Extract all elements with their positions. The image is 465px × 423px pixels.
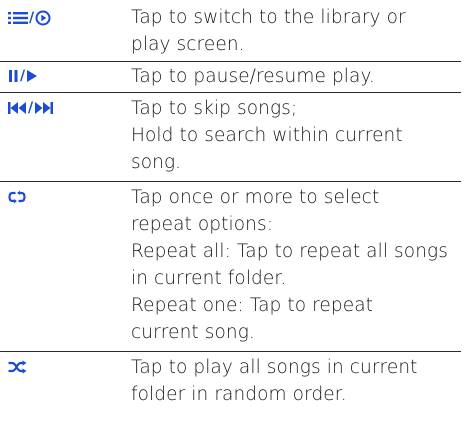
row-description: Tap to play all songs in current folder …: [131, 354, 461, 408]
icon-cell: /: [8, 98, 54, 118]
repeat-icon: [8, 190, 26, 204]
icon-cell: /: [8, 66, 38, 86]
icon-separator: /: [20, 68, 26, 84]
icon-cell: [8, 357, 27, 377]
row-description: Tap to switch to the library or play scr…: [131, 4, 461, 58]
icon-cell: [8, 187, 26, 207]
description-line: song.: [131, 152, 182, 173]
table-row: Tap to play all songs in current folder …: [0, 351, 461, 413]
row-description: Tap to pause/resume play.: [131, 63, 461, 90]
table-row: / Tap to skip songs; Hold to search with…: [0, 92, 461, 182]
description-line: Repeat all: Tap to repeat all songs: [131, 241, 448, 262]
description-line: Tap once or more to select: [131, 187, 380, 208]
description-line: Tap to play all songs in current: [131, 357, 418, 378]
table-row: Tap once or more to select repeat option…: [0, 181, 461, 352]
description-line: current song.: [131, 322, 255, 343]
pause-icon: [8, 69, 19, 83]
skip-forward-icon: [34, 101, 54, 115]
shuffle-icon: [8, 360, 27, 374]
description-line: Tap to skip songs;: [131, 98, 298, 119]
table-row: / Tap to switch to the library or play s…: [0, 0, 461, 62]
description-line: Tap to pause/resume play.: [131, 66, 375, 87]
icon-cell: /: [8, 8, 51, 28]
row-description: Tap to skip songs; Hold to search within…: [131, 95, 461, 176]
description-line: Repeat one: Tap to repeat: [131, 295, 373, 316]
description-line: folder in random order.: [131, 384, 347, 405]
description-line: in current folder.: [131, 268, 287, 289]
play-icon: [26, 69, 38, 83]
library-icon: [8, 11, 28, 25]
icon-separator: /: [29, 10, 35, 26]
row-description: Tap once or more to select repeat option…: [131, 184, 461, 346]
icon-separator: /: [28, 100, 34, 116]
skip-back-icon: [8, 101, 27, 115]
play-screen-icon: [35, 10, 51, 26]
table-row: / Tap to pause/resume play.: [0, 61, 461, 93]
description-line: Tap to switch to the library or: [131, 7, 406, 28]
description-line: Hold to search within current: [131, 125, 403, 146]
description-line: play screen.: [131, 34, 245, 55]
description-line: repeat options:: [131, 214, 274, 235]
